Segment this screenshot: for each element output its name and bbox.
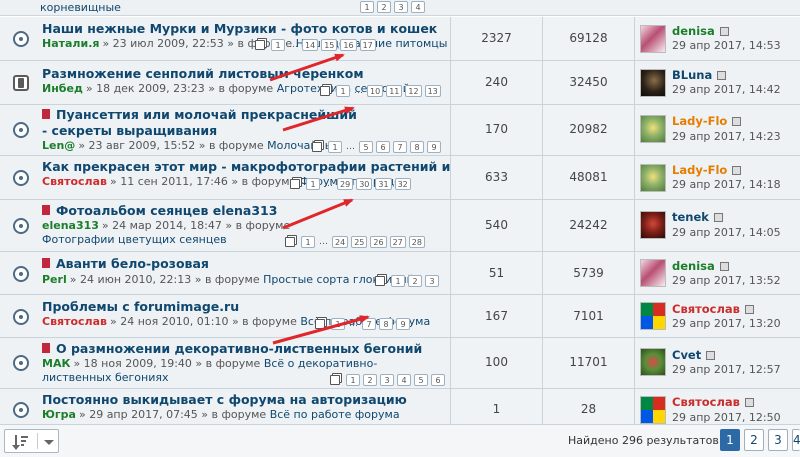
sort-options-icon xyxy=(12,435,28,450)
sort-divider xyxy=(37,433,38,449)
annotation-arrow xyxy=(282,106,355,132)
page-button[interactable]: 2 xyxy=(744,429,764,451)
pagination-bar: Найдено 296 результатов 1 2 3 4 xyxy=(0,424,800,457)
annotation-arrows xyxy=(269,53,370,345)
sort-options-button[interactable] xyxy=(4,429,59,453)
chevron-down-icon xyxy=(44,440,54,445)
results-count: Найдено 296 результатов xyxy=(568,434,719,447)
annotation-arrow xyxy=(269,53,345,82)
page-button[interactable]: 3 xyxy=(768,429,788,451)
annotation-arrow xyxy=(282,198,354,230)
annotation-arrow xyxy=(272,315,370,345)
page-button[interactable]: 4 xyxy=(792,429,800,451)
page-button-current[interactable]: 1 xyxy=(720,429,740,451)
